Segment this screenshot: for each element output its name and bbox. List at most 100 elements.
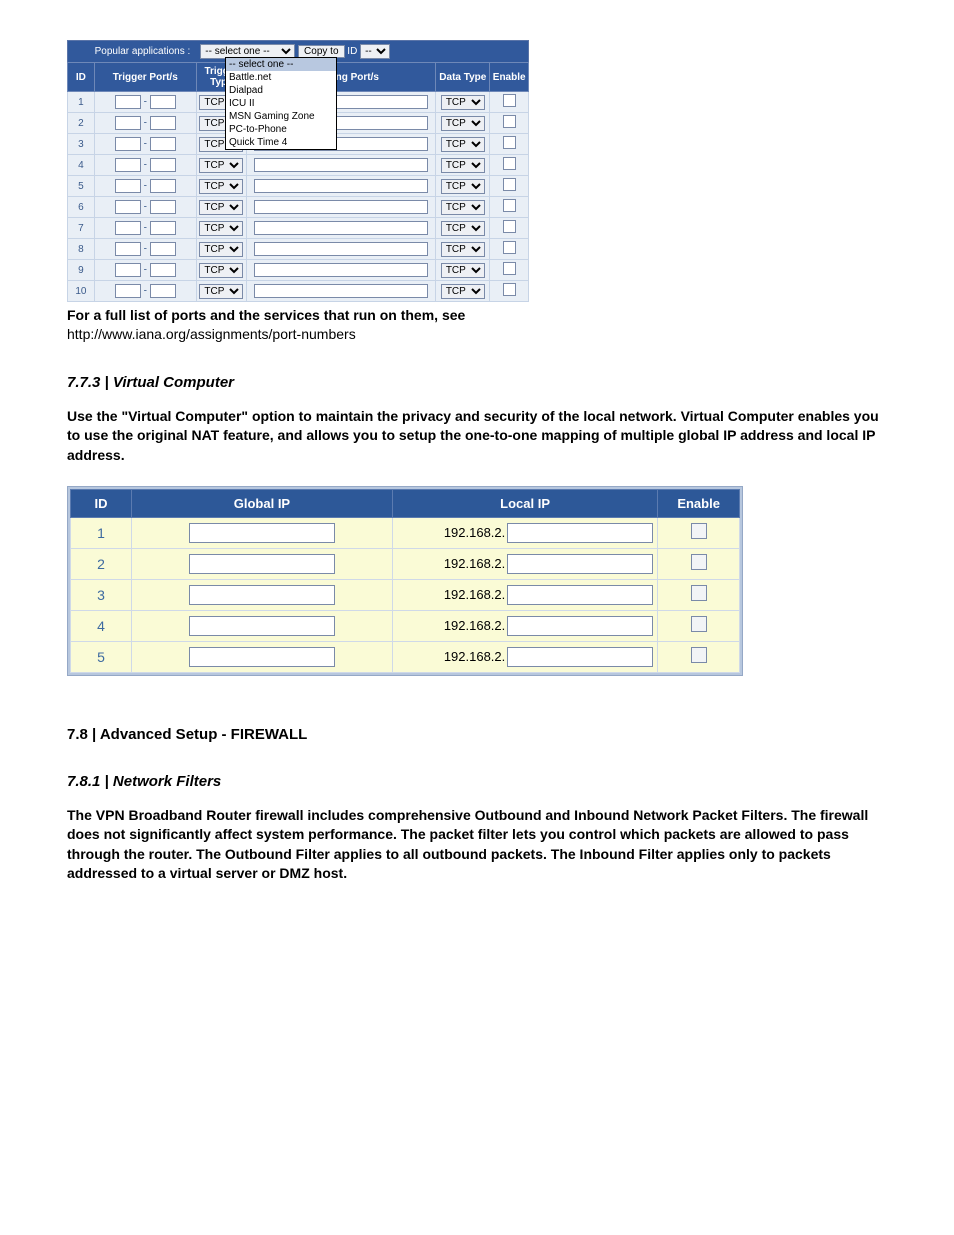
data-type-select[interactable]: TCP xyxy=(441,284,485,299)
enable-checkbox[interactable] xyxy=(503,220,516,233)
trigger-port-to[interactable] xyxy=(150,284,176,298)
trigger-type-select[interactable]: TCP xyxy=(199,221,243,236)
data-type-select[interactable]: TCP xyxy=(441,263,485,278)
dropdown-option[interactable]: -- select one -- xyxy=(226,58,336,71)
vc-enable-cell xyxy=(658,579,740,610)
enable-checkbox[interactable] xyxy=(691,523,707,539)
dropdown-option[interactable]: Dialpad xyxy=(226,84,336,97)
trigger-port-to[interactable] xyxy=(150,242,176,256)
global-ip-input[interactable] xyxy=(189,585,335,605)
row-id: 1 xyxy=(68,92,95,113)
copy-to-id-select[interactable]: -- xyxy=(360,44,390,59)
enable-checkbox[interactable] xyxy=(503,199,516,212)
trigger-type-select[interactable]: TCP xyxy=(199,158,243,173)
trigger-port-from[interactable] xyxy=(115,263,141,277)
incoming-port-input[interactable] xyxy=(254,284,428,298)
trigger-port-to[interactable] xyxy=(150,137,176,151)
enable-checkbox[interactable] xyxy=(503,283,516,296)
enable-checkbox[interactable] xyxy=(503,136,516,149)
enable-checkbox[interactable] xyxy=(503,157,516,170)
enable-checkbox[interactable] xyxy=(691,554,707,570)
global-ip-input[interactable] xyxy=(189,647,335,667)
dropdown-option[interactable]: MSN Gaming Zone xyxy=(226,110,336,123)
global-ip-input[interactable] xyxy=(189,554,335,574)
local-ip-input[interactable] xyxy=(507,585,653,605)
row-id: 2 xyxy=(68,113,95,134)
enable-cell xyxy=(490,218,529,239)
section-firewall: 7.8 | Advanced Setup - FIREWALL xyxy=(67,726,887,743)
trigger-port-to[interactable] xyxy=(150,158,176,172)
incoming-port-input[interactable] xyxy=(254,200,428,214)
enable-checkbox[interactable] xyxy=(503,241,516,254)
section-virtual-computer: 7.7.3 | Virtual Computer xyxy=(67,374,887,391)
data-type-cell: TCP xyxy=(436,134,490,155)
enable-checkbox[interactable] xyxy=(503,94,516,107)
trigger-type-cell: TCP xyxy=(196,197,246,218)
enable-checkbox[interactable] xyxy=(691,647,707,663)
trigger-port-to[interactable] xyxy=(150,179,176,193)
local-ip-input[interactable] xyxy=(507,616,653,636)
data-type-select[interactable]: TCP xyxy=(441,200,485,215)
trigger-port-from[interactable] xyxy=(115,284,141,298)
enable-checkbox[interactable] xyxy=(691,585,707,601)
incoming-port-input[interactable] xyxy=(254,221,428,235)
dropdown-option[interactable]: Battle.net xyxy=(226,71,336,84)
table-row: 4 - TCPTCP xyxy=(68,155,529,176)
global-ip-input[interactable] xyxy=(189,616,335,636)
table-row: 5 - TCPTCP xyxy=(68,176,529,197)
trigger-port-from[interactable] xyxy=(115,137,141,151)
trigger-port-to[interactable] xyxy=(150,95,176,109)
data-type-select[interactable]: TCP xyxy=(441,116,485,131)
enable-cell xyxy=(490,176,529,197)
enable-checkbox[interactable] xyxy=(691,616,707,632)
virtual-computer-table-wrap: ID Global IP Local IP Enable 1192.168.2.… xyxy=(67,486,743,676)
vc-row-id: 1 xyxy=(71,517,132,548)
trigger-type-select[interactable]: TCP xyxy=(199,242,243,257)
vc-col-id: ID xyxy=(71,489,132,517)
vc-row-id: 2 xyxy=(71,548,132,579)
trigger-port-to[interactable] xyxy=(150,200,176,214)
local-ip-input[interactable] xyxy=(507,647,653,667)
vc-col-enable: Enable xyxy=(658,489,740,517)
data-type-select[interactable]: TCP xyxy=(441,221,485,236)
enable-cell xyxy=(490,197,529,218)
popular-apps-dropdown-open[interactable]: -- select one -- Battle.net Dialpad ICU … xyxy=(225,57,337,150)
trigger-port-from[interactable] xyxy=(115,221,141,235)
data-type-cell: TCP xyxy=(436,92,490,113)
incoming-port-input[interactable] xyxy=(254,158,428,172)
data-type-select[interactable]: TCP xyxy=(441,179,485,194)
enable-checkbox[interactable] xyxy=(503,262,516,275)
global-ip-input[interactable] xyxy=(189,523,335,543)
trigger-type-select[interactable]: TCP xyxy=(199,200,243,215)
data-type-select[interactable]: TCP xyxy=(441,95,485,110)
trigger-port-from[interactable] xyxy=(115,158,141,172)
data-type-cell: TCP xyxy=(436,218,490,239)
trigger-port-from[interactable] xyxy=(115,116,141,130)
dropdown-option[interactable]: PC-to-Phone xyxy=(226,123,336,136)
trigger-type-select[interactable]: TCP xyxy=(199,179,243,194)
data-type-select[interactable]: TCP xyxy=(441,137,485,152)
trigger-type-select[interactable]: TCP xyxy=(199,284,243,299)
trigger-type-select[interactable]: TCP xyxy=(199,263,243,278)
trigger-port-from[interactable] xyxy=(115,95,141,109)
data-type-select[interactable]: TCP xyxy=(441,158,485,173)
trigger-port-to[interactable] xyxy=(150,263,176,277)
local-ip-input[interactable] xyxy=(507,523,653,543)
id-label-inline: ID xyxy=(347,46,357,57)
dropdown-option[interactable]: ICU II xyxy=(226,97,336,110)
data-type-select[interactable]: TCP xyxy=(441,242,485,257)
dropdown-option[interactable]: Quick Time 4 xyxy=(226,136,336,149)
enable-checkbox[interactable] xyxy=(503,115,516,128)
incoming-port-input[interactable] xyxy=(254,242,428,256)
enable-checkbox[interactable] xyxy=(503,178,516,191)
trigger-port-from[interactable] xyxy=(115,242,141,256)
vc-local-cell: 192.168.2. xyxy=(392,517,657,548)
row-id: 5 xyxy=(68,176,95,197)
trigger-port-to[interactable] xyxy=(150,221,176,235)
local-ip-input[interactable] xyxy=(507,554,653,574)
trigger-port-from[interactable] xyxy=(115,200,141,214)
trigger-port-to[interactable] xyxy=(150,116,176,130)
incoming-port-input[interactable] xyxy=(254,179,428,193)
incoming-port-input[interactable] xyxy=(254,263,428,277)
trigger-port-from[interactable] xyxy=(115,179,141,193)
